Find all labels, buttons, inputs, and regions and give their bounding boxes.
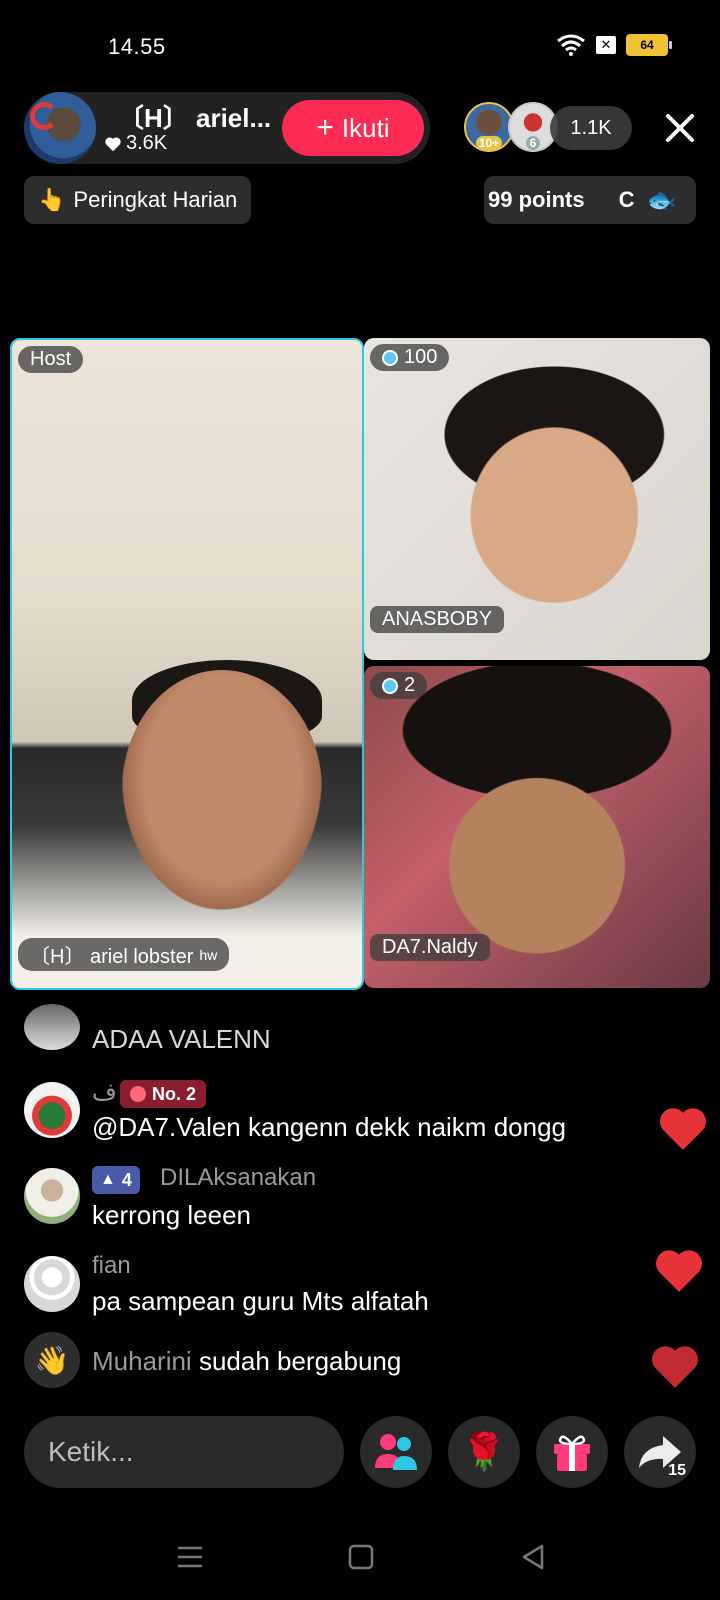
chat-name-5: Muharini: [92, 1346, 192, 1376]
follow-button[interactable]: + Ikuti: [282, 100, 424, 156]
guest-video-tile-1[interactable]: 100 ANASBOBY: [364, 338, 710, 660]
join-message: Muharini sudah bergabung: [92, 1346, 401, 1377]
gift-button[interactable]: [536, 1416, 608, 1488]
host-likes-count: 3.6K: [126, 132, 168, 154]
heart-icon: [652, 1346, 698, 1388]
viewer-count[interactable]: 1.1K: [550, 106, 632, 150]
chat-message-4: pa sampean guru Mts alfatah: [92, 1286, 429, 1316]
battery-level: 64: [640, 38, 654, 52]
guest2-name: DA7.Naldy: [382, 936, 478, 958]
chat-name-2: ف: [92, 1079, 117, 1106]
heart-small-icon: [105, 136, 121, 151]
battery-icon: 64: [626, 34, 672, 56]
guest1-score-tag: 100: [370, 344, 450, 371]
follow-label: Ikuti: [341, 112, 390, 143]
chat-name-4: fian: [92, 1252, 131, 1279]
wifi-icon: [557, 34, 585, 56]
chat-avatar-4[interactable]: [24, 1256, 80, 1312]
host-tile-name: 〔H〕 ariel lobster: [30, 946, 194, 968]
guest1-name-tag[interactable]: ANASBOBY: [370, 606, 505, 633]
guest1-score: 100: [404, 346, 438, 368]
points-label: 99 points: [488, 187, 585, 212]
guest-video-tile-2[interactable]: 2 DA7.Naldy: [364, 666, 710, 988]
daily-ranking-button[interactable]: 👆 Peringkat Harian: [24, 176, 252, 224]
status-icons: ✕ 64: [556, 34, 672, 56]
chat-message-1: ADAA VALENN: [92, 1024, 271, 1054]
host-avatar[interactable]: [24, 92, 96, 164]
gem-icon: [382, 677, 398, 694]
daily-ranking-label: Peringkat Harian: [73, 187, 238, 212]
host-tag: Host: [18, 346, 84, 373]
medal-icon: [130, 1086, 146, 1102]
gem-icon: [382, 349, 398, 366]
chat-message-5: sudah bergabung: [198, 1346, 402, 1376]
people-icon: [375, 1434, 417, 1470]
heart-icon: [656, 1250, 702, 1292]
heart-icon: [660, 1108, 706, 1150]
multi-guest-button[interactable]: [360, 1416, 432, 1488]
home-icon[interactable]: [348, 1544, 374, 1570]
chat-avatar-1[interactable]: [24, 1004, 80, 1050]
viewer-rank-badge-1: 10+: [475, 136, 503, 150]
rose-icon: 🌹: [461, 1431, 507, 1472]
points-pill[interactable]: 99 points C 🐟: [484, 176, 696, 224]
level-badge: ▲ 4: [92, 1166, 140, 1194]
chat-avatar-2[interactable]: [24, 1082, 80, 1138]
close-icon[interactable]: [660, 108, 700, 148]
share-button[interactable]: 15: [624, 1416, 696, 1488]
host-tile-suffix: hw: [199, 946, 218, 963]
host-name-tag[interactable]: 〔H〕 ariel lobster hw: [18, 938, 230, 971]
host-face: [122, 670, 322, 910]
gift-icon: [554, 1435, 590, 1471]
top-viewers[interactable]: 10+ 6: [464, 102, 558, 152]
chat-name-3: DILAksanakan: [160, 1164, 317, 1191]
guest2-score-tag: 2: [370, 672, 428, 699]
status-time: 14.55: [108, 34, 166, 59]
host-video-tile[interactable]: Host 〔H〕 ariel lobster hw: [10, 338, 364, 990]
back-icon[interactable]: [520, 1544, 546, 1570]
chat-message-2: @DA7.Valen kangenn dekk naikm dongg: [92, 1112, 566, 1142]
host-tag-label: Host: [30, 348, 72, 370]
chat-badge-3: 4: [121, 1169, 132, 1190]
guest1-name: ANASBOBY: [382, 608, 493, 630]
menu-icon[interactable]: [176, 1544, 204, 1570]
plus-icon: +: [316, 111, 334, 144]
viewer-rank-badge-2: 6: [525, 136, 541, 150]
chat-badge-2: No. 2: [152, 1083, 197, 1104]
rose-gift-button[interactable]: 🌹: [448, 1416, 520, 1488]
sim-off-icon: ✕: [596, 36, 616, 54]
host-likes: 3.6K: [104, 132, 167, 155]
guest2-score: 2: [404, 674, 416, 696]
guest2-name-tag[interactable]: DA7.Naldy: [370, 934, 490, 961]
comment-input[interactable]: Ketik...: [24, 1416, 344, 1488]
viewer-avatar-1[interactable]: 10+: [464, 102, 514, 152]
fish-icon: 🐟: [646, 186, 677, 214]
chat-message-3: kerrong leeen: [92, 1200, 251, 1230]
chat-avatar-3[interactable]: [24, 1168, 80, 1224]
comment-placeholder: Ketik...: [48, 1436, 134, 1467]
rank-badge: No. 2: [120, 1080, 207, 1108]
wave-icon: 👋: [24, 1332, 80, 1388]
share-count: 15: [668, 1462, 686, 1479]
points-extra: C: [618, 187, 635, 212]
level-icon: ▲: [100, 1171, 116, 1188]
host-name[interactable]: 〔H〕 ariel...: [118, 98, 271, 135]
fire-hand-icon: 👆: [38, 187, 66, 212]
